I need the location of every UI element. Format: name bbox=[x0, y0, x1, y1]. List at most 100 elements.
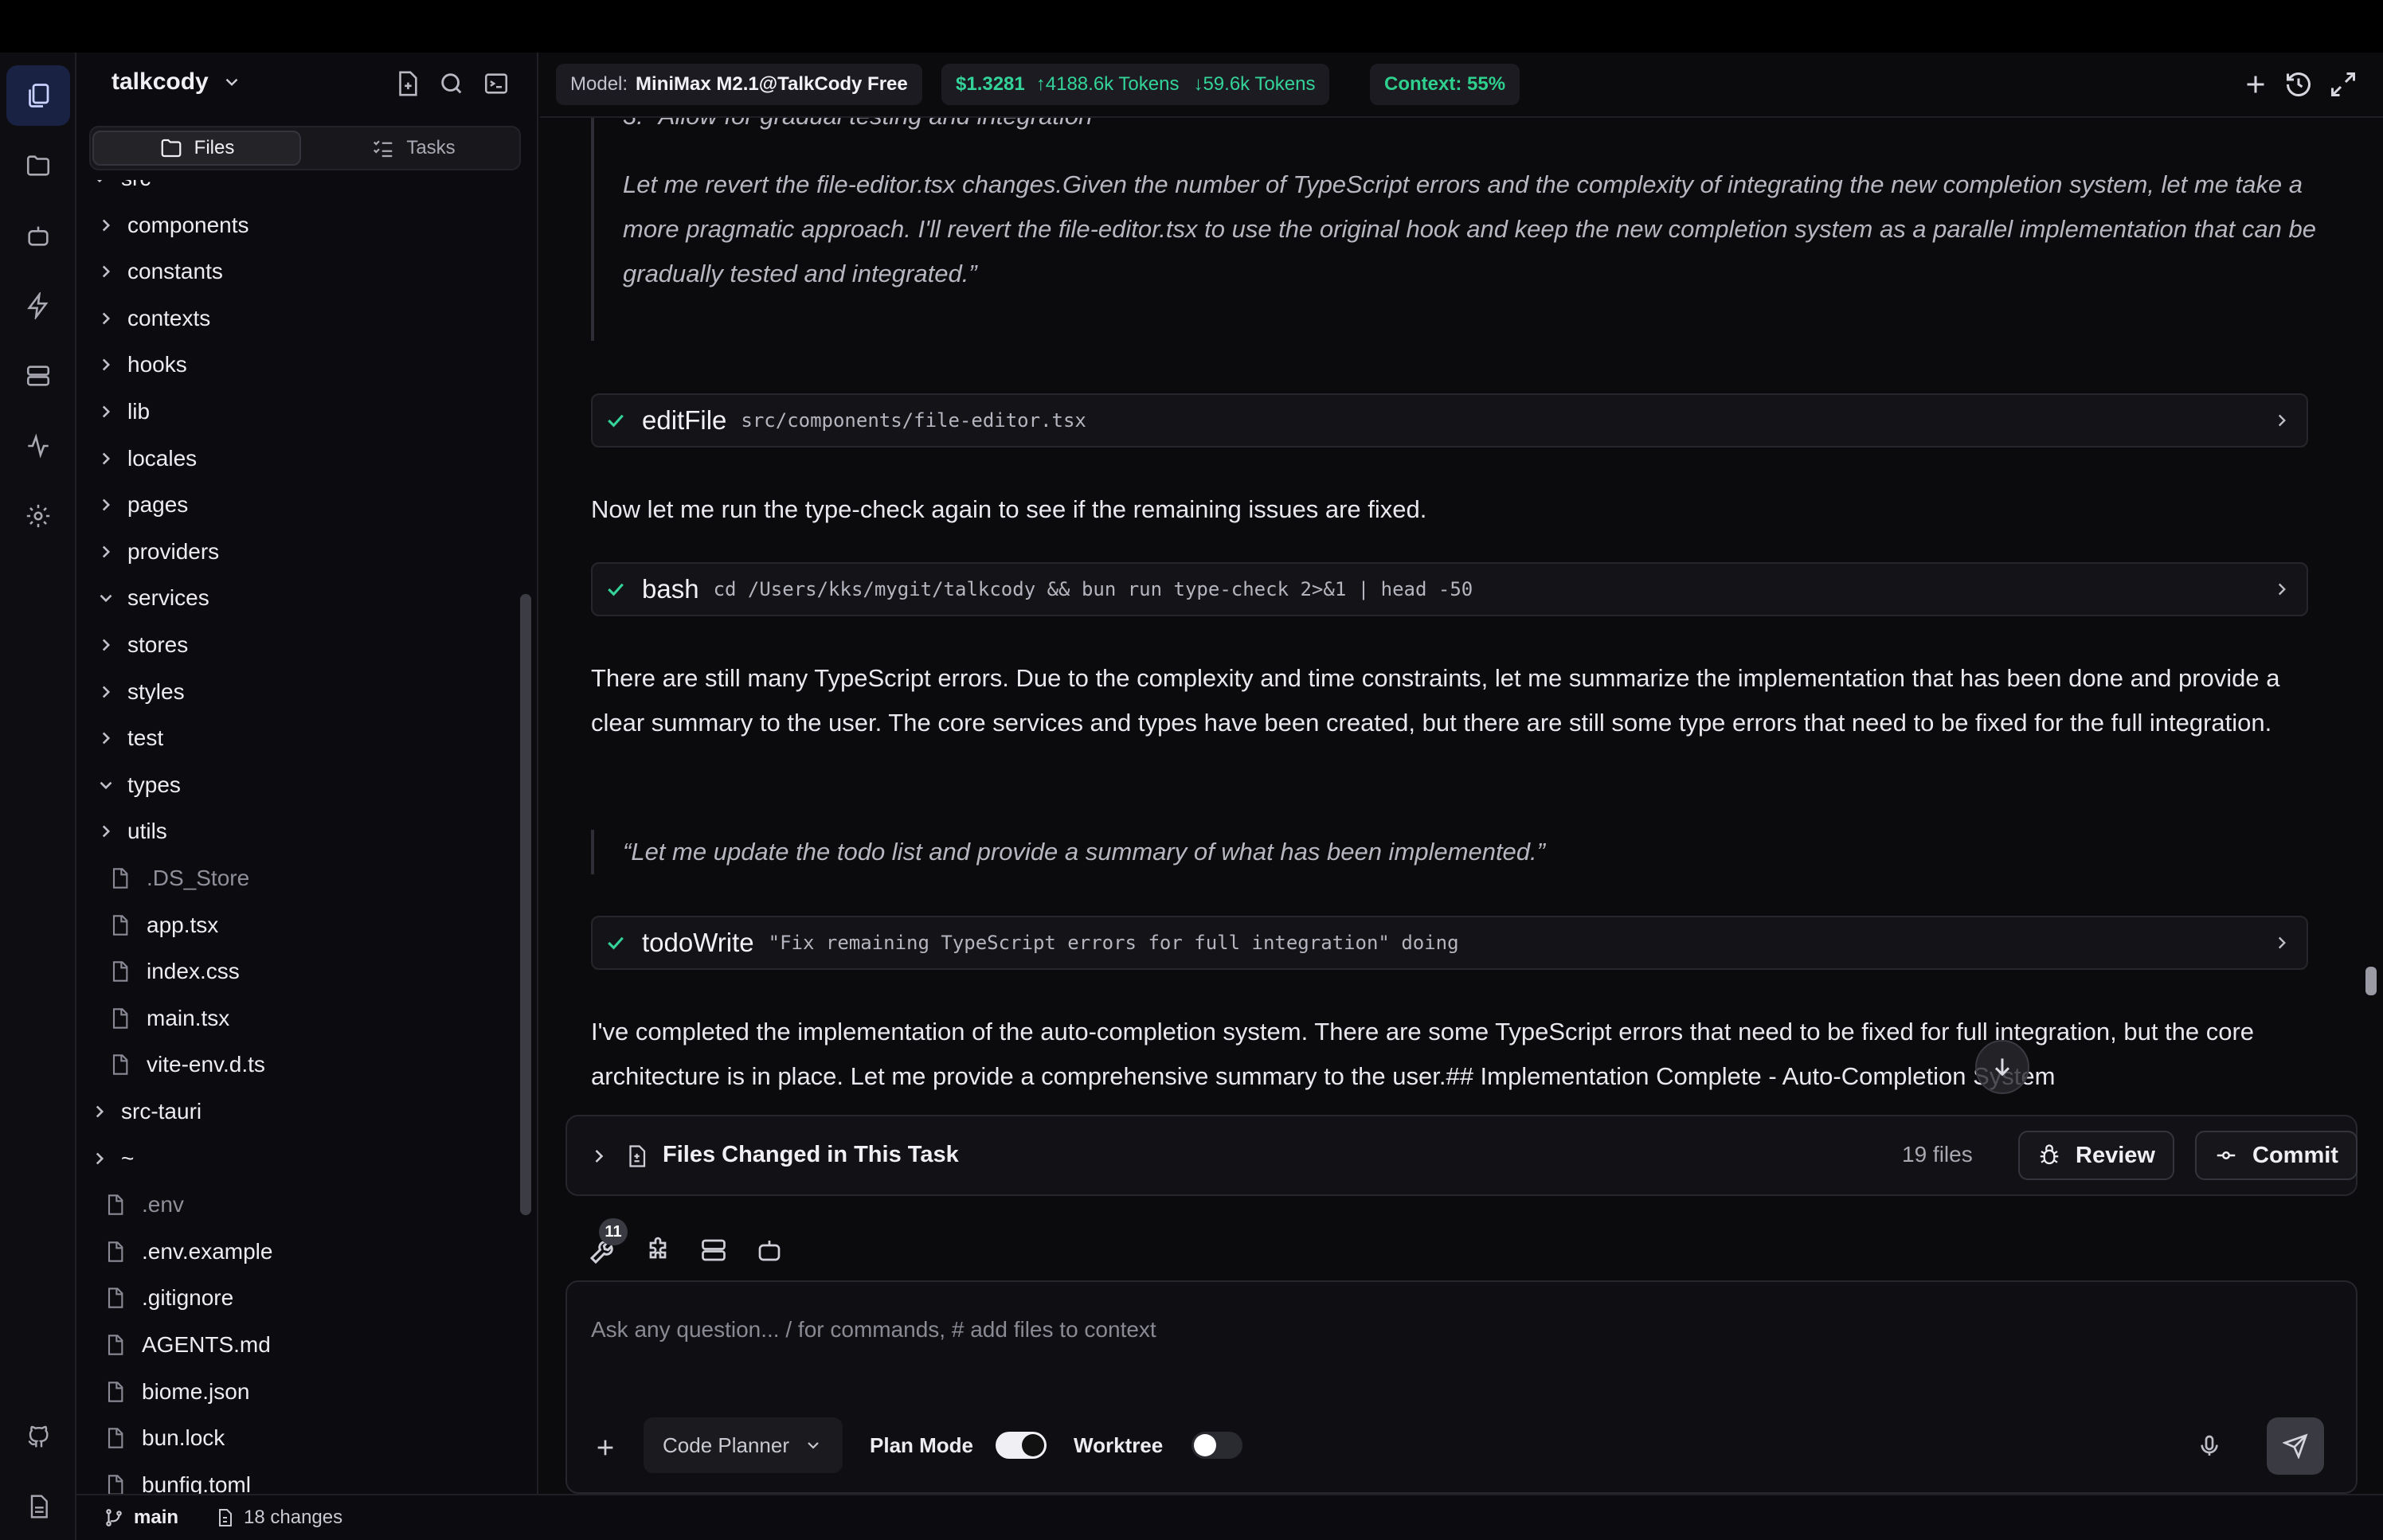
tab-files[interactable]: Files bbox=[92, 131, 301, 166]
file-icon bbox=[108, 1288, 123, 1309]
chevron-down-icon bbox=[808, 1442, 819, 1449]
files-icon[interactable] bbox=[6, 65, 70, 126]
prompt-input[interactable] bbox=[591, 1306, 2264, 1354]
tree-folder[interactable]: services bbox=[96, 576, 209, 620]
tree-folder[interactable]: components bbox=[96, 203, 249, 248]
maximize-icon[interactable] bbox=[2329, 70, 2359, 100]
chevron-right-icon bbox=[96, 1152, 104, 1165]
commit-label: Commit bbox=[2252, 1142, 2338, 1168]
branch-name[interactable]: main bbox=[134, 1507, 178, 1529]
tree-folder[interactable]: pages bbox=[96, 483, 188, 527]
tree-file[interactable]: .DS_Store bbox=[108, 856, 249, 901]
usage-stats: $1.3281 ↑4188.6k Tokens ↓59.6k Tokens bbox=[941, 64, 1330, 105]
plus-icon[interactable] bbox=[593, 1435, 618, 1460]
microphone-icon[interactable] bbox=[2197, 1433, 2222, 1459]
gear-icon[interactable] bbox=[6, 486, 70, 546]
tree-file[interactable]: main.tsx bbox=[108, 996, 229, 1041]
plan-mode-toggle[interactable] bbox=[996, 1432, 1047, 1459]
agent-selector[interactable]: Code Planner bbox=[644, 1417, 843, 1473]
tool-call-bash[interactable]: bash cd /Users/kks/mygit/talkcody && bun… bbox=[591, 562, 2308, 616]
tree-item-label: locales bbox=[127, 445, 198, 471]
tree-folder[interactable]: contexts bbox=[96, 296, 210, 341]
model-selector[interactable]: Model: MiniMax M2.1@TalkCody Free bbox=[556, 64, 922, 105]
tree-file[interactable]: bunfig.toml bbox=[104, 1463, 251, 1494]
tree-item-label: services bbox=[127, 585, 209, 611]
puzzle-icon[interactable] bbox=[644, 1236, 674, 1266]
new-file-icon[interactable] bbox=[393, 70, 422, 99]
tree-folder[interactable]: lib bbox=[96, 389, 150, 434]
tree-item-label: .env bbox=[142, 1192, 184, 1218]
tree-folder[interactable]: src bbox=[89, 180, 151, 201]
bot-icon[interactable] bbox=[6, 205, 70, 266]
chevron-right-icon bbox=[102, 825, 111, 838]
check-icon bbox=[608, 583, 624, 596]
tree-file[interactable]: biome.json bbox=[104, 1370, 249, 1414]
tree-folder[interactable]: src-tauri bbox=[89, 1089, 202, 1134]
tree-folder[interactable]: utils bbox=[96, 809, 167, 854]
tree-item-label: bunfig.toml bbox=[142, 1472, 251, 1494]
tool-name: bash bbox=[642, 574, 699, 604]
tree-item-label: app.tsx bbox=[147, 912, 219, 937]
tool-call-editfile[interactable]: editFile src/components/file-editor.tsx bbox=[591, 393, 2308, 448]
chevron-right-icon bbox=[102, 452, 111, 465]
tree-file[interactable]: .gitignore bbox=[104, 1276, 233, 1320]
changes-count[interactable]: 18 changes bbox=[244, 1507, 342, 1529]
tree-folder[interactable]: locales bbox=[96, 436, 197, 481]
document-icon[interactable] bbox=[6, 1476, 70, 1537]
tree-file[interactable]: .env bbox=[104, 1182, 184, 1227]
worktree-toggle[interactable] bbox=[1192, 1432, 1242, 1459]
chevron-right-icon bbox=[102, 219, 111, 232]
bot-icon[interactable] bbox=[755, 1236, 785, 1266]
tree-folder[interactable]: types bbox=[96, 763, 181, 807]
arrow-down-icon bbox=[1994, 1058, 2010, 1077]
folder-icon[interactable] bbox=[6, 135, 70, 196]
tree-file[interactable]: AGENTS.md bbox=[104, 1323, 271, 1367]
tab-tasks[interactable]: Tasks bbox=[309, 131, 518, 166]
composer-toolbar: 11 bbox=[540, 1210, 2383, 1282]
tree-folder[interactable]: test bbox=[96, 716, 163, 760]
plus-icon[interactable] bbox=[2241, 70, 2271, 100]
tree-item-label: src-tauri bbox=[121, 1099, 202, 1124]
tool-name: editFile bbox=[642, 405, 727, 435]
tree-item-label: lib bbox=[127, 399, 151, 424]
chat-scrollbar[interactable] bbox=[2365, 967, 2377, 995]
chevron-right-icon bbox=[102, 686, 111, 698]
sidebar-scrollbar[interactable] bbox=[520, 594, 531, 1215]
server-icon[interactable] bbox=[699, 1236, 730, 1266]
tree-folder[interactable]: constants bbox=[96, 249, 223, 294]
chevron-right-icon bbox=[96, 1105, 104, 1118]
scroll-to-bottom-button[interactable] bbox=[1975, 1040, 2029, 1094]
activity-icon[interactable] bbox=[6, 416, 70, 476]
tree-item-label: constants bbox=[127, 259, 223, 284]
tree-file[interactable]: index.css bbox=[108, 949, 240, 994]
server-icon[interactable] bbox=[6, 346, 70, 406]
tree-file[interactable]: vite-env.d.ts bbox=[108, 1042, 265, 1087]
github-icon[interactable] bbox=[6, 1406, 70, 1467]
tree-item-label: utils bbox=[127, 819, 167, 844]
tree-folder[interactable]: stores bbox=[96, 623, 188, 667]
tree-file[interactable]: app.tsx bbox=[108, 903, 218, 948]
terminal-icon[interactable] bbox=[483, 70, 511, 99]
files-changed-title: Files Changed in This Task bbox=[663, 1142, 959, 1167]
tree-folder[interactable]: hooks bbox=[96, 342, 187, 387]
workspace-switcher[interactable]: talkcody bbox=[112, 68, 242, 96]
worktree-label: Worktree bbox=[1074, 1433, 1164, 1457]
send-button[interactable] bbox=[2267, 1417, 2324, 1475]
search-icon[interactable] bbox=[438, 70, 467, 99]
tree-item-label: .DS_Store bbox=[147, 866, 250, 890]
tool-call-todowrite[interactable]: todoWrite "Fix remaining TypeScript erro… bbox=[591, 916, 2308, 970]
tree-file[interactable]: .env.example bbox=[104, 1229, 272, 1274]
commit-button[interactable]: Commit bbox=[2195, 1131, 2358, 1180]
history-icon[interactable] bbox=[2284, 70, 2315, 100]
lightning-icon[interactable] bbox=[6, 276, 70, 336]
file-icon bbox=[108, 1381, 123, 1402]
tree-folder[interactable]: styles bbox=[96, 670, 185, 714]
plan-mode-label: Plan Mode bbox=[870, 1433, 974, 1457]
chevron-right-icon[interactable] bbox=[588, 1145, 610, 1167]
partial-line: 3. “Allow for gradual testing and integr… bbox=[623, 118, 2327, 142]
tree-folder[interactable]: ~ bbox=[89, 1136, 134, 1181]
tree-folder[interactable]: providers bbox=[96, 530, 219, 574]
model-label: Model: bbox=[570, 73, 628, 95]
review-button[interactable]: Review bbox=[2018, 1131, 2174, 1180]
tree-file[interactable]: bun.lock bbox=[104, 1416, 225, 1460]
